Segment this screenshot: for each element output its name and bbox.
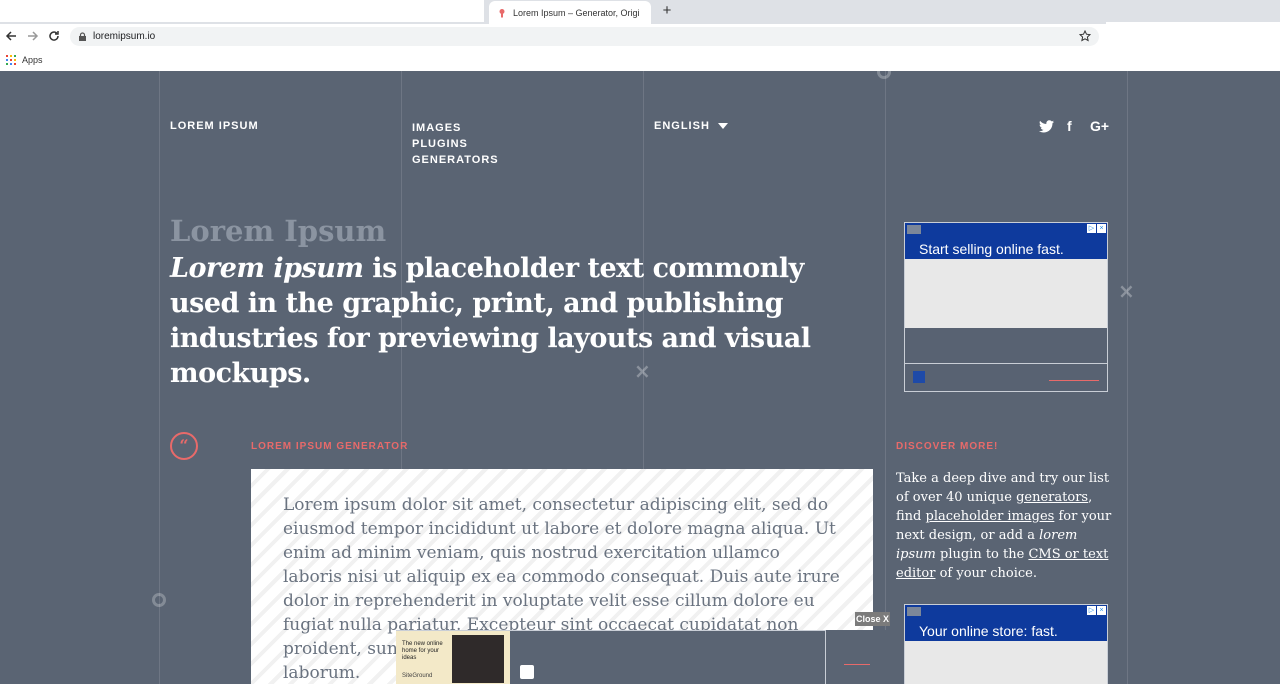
- google-plus-icon[interactable]: G+: [1090, 118, 1109, 134]
- menu-item-generators[interactable]: GENERATORS: [412, 152, 499, 168]
- ad-image: [905, 641, 1107, 684]
- twitter-icon[interactable]: [1039, 120, 1054, 133]
- hero-italic: Lorem ipsum: [170, 253, 364, 284]
- apps-bookmark[interactable]: Apps: [22, 55, 43, 65]
- menu-item-images[interactable]: IMAGES: [412, 120, 499, 136]
- adchoices-icon[interactable]: ▷ ×: [1087, 606, 1106, 615]
- forward-arrow-icon[interactable]: [27, 30, 39, 42]
- ad-divider: [905, 363, 1107, 364]
- main-menu: IMAGES PLUGINS GENERATORS: [412, 120, 499, 168]
- ad-tag: [907, 607, 921, 616]
- tab-inactive-area[interactable]: [0, 0, 484, 22]
- bookmark-star-icon[interactable]: [1079, 30, 1091, 42]
- grid-line: [885, 71, 886, 684]
- discover-text-part: of your choice.: [935, 566, 1037, 581]
- sticky-ad-photo: [452, 635, 504, 683]
- ad-banner-top[interactable]: Start selling online fast. ▷ ×: [904, 222, 1108, 392]
- ad-link-line: [844, 664, 870, 665]
- generator-label: LOREM IPSUM GENERATOR: [251, 441, 409, 452]
- discover-text: Take a deep dive and try our list of ove…: [896, 469, 1120, 583]
- close-ad-button[interactable]: Close X: [855, 612, 890, 626]
- favicon-icon: [499, 8, 505, 17]
- ad-badge-icon: [520, 665, 534, 679]
- sticky-ad-text: The new online home for your ideas: [402, 641, 443, 661]
- hero-headline: Lorem ipsum is placeholder text commonly…: [170, 251, 870, 391]
- caret-down-icon: [717, 123, 728, 129]
- tab-title: Lorem Ipsum – Generator, Origi: [513, 7, 640, 18]
- ad-headline: Your online store: fast.: [905, 605, 1107, 641]
- decor-circle-icon: [877, 71, 891, 79]
- facebook-icon[interactable]: f: [1067, 118, 1072, 134]
- sticky-ad-creative[interactable]: The new online home for your ideas SiteG…: [396, 631, 510, 684]
- discover-text-part: plugin to the: [935, 547, 1029, 562]
- apps-grid-icon[interactable]: [6, 55, 16, 65]
- decor-circle-icon: [152, 593, 166, 607]
- tab-strip: Lorem Ipsum – Generator, Origi +: [0, 0, 1280, 26]
- tab-active[interactable]: Lorem Ipsum – Generator, Origi: [489, 1, 651, 24]
- grid-line: [1127, 71, 1128, 684]
- url-text: loremipsum.io: [93, 31, 156, 42]
- lock-icon: [79, 32, 86, 41]
- browser-chrome: Lorem Ipsum – Generator, Origi + loremip…: [0, 0, 1280, 71]
- ad-logo-icon: [913, 371, 925, 383]
- ad-banner-bottom[interactable]: Your online store: fast. ▷ ×: [904, 604, 1108, 684]
- menu-item-plugins[interactable]: PLUGINS: [412, 136, 499, 152]
- back-arrow-icon[interactable]: [5, 30, 17, 42]
- quote-icon: “: [170, 432, 198, 460]
- ad-image: [905, 259, 1107, 328]
- tabstrip-edge: [1106, 22, 1280, 26]
- sticky-ad[interactable]: The new online home for your ideas SiteG…: [396, 630, 890, 684]
- language-label: ENGLISH: [654, 120, 710, 132]
- new-tab-button[interactable]: +: [659, 3, 675, 19]
- discover-label: DISCOVER MORE!: [896, 441, 999, 452]
- language-dropdown[interactable]: ENGLISH: [654, 120, 728, 132]
- bookmarks-bar: Apps: [0, 50, 1280, 70]
- ad-link-line: [1049, 380, 1099, 381]
- sticky-ad-logo: SiteGround: [402, 673, 433, 679]
- site-logo[interactable]: LOREM IPSUM: [170, 120, 259, 132]
- page: × × LOREM IPSUM IMAGES PLUGINS GENERATOR…: [0, 71, 1280, 684]
- generators-link[interactable]: generators: [1016, 490, 1088, 505]
- reload-icon[interactable]: [48, 30, 60, 42]
- decor-x-icon: ×: [1118, 279, 1135, 303]
- ad-headline: Start selling online fast.: [905, 223, 1107, 259]
- hero-subtitle: Lorem Ipsum: [170, 214, 387, 248]
- ad-tag: [907, 225, 921, 234]
- placeholder-images-link[interactable]: placeholder images: [926, 509, 1055, 524]
- adchoices-icon[interactable]: ▷ ×: [1087, 224, 1106, 233]
- address-bar[interactable]: loremipsum.io: [70, 27, 1099, 46]
- sticky-ad-body: The new online home for your ideas SiteG…: [396, 630, 826, 684]
